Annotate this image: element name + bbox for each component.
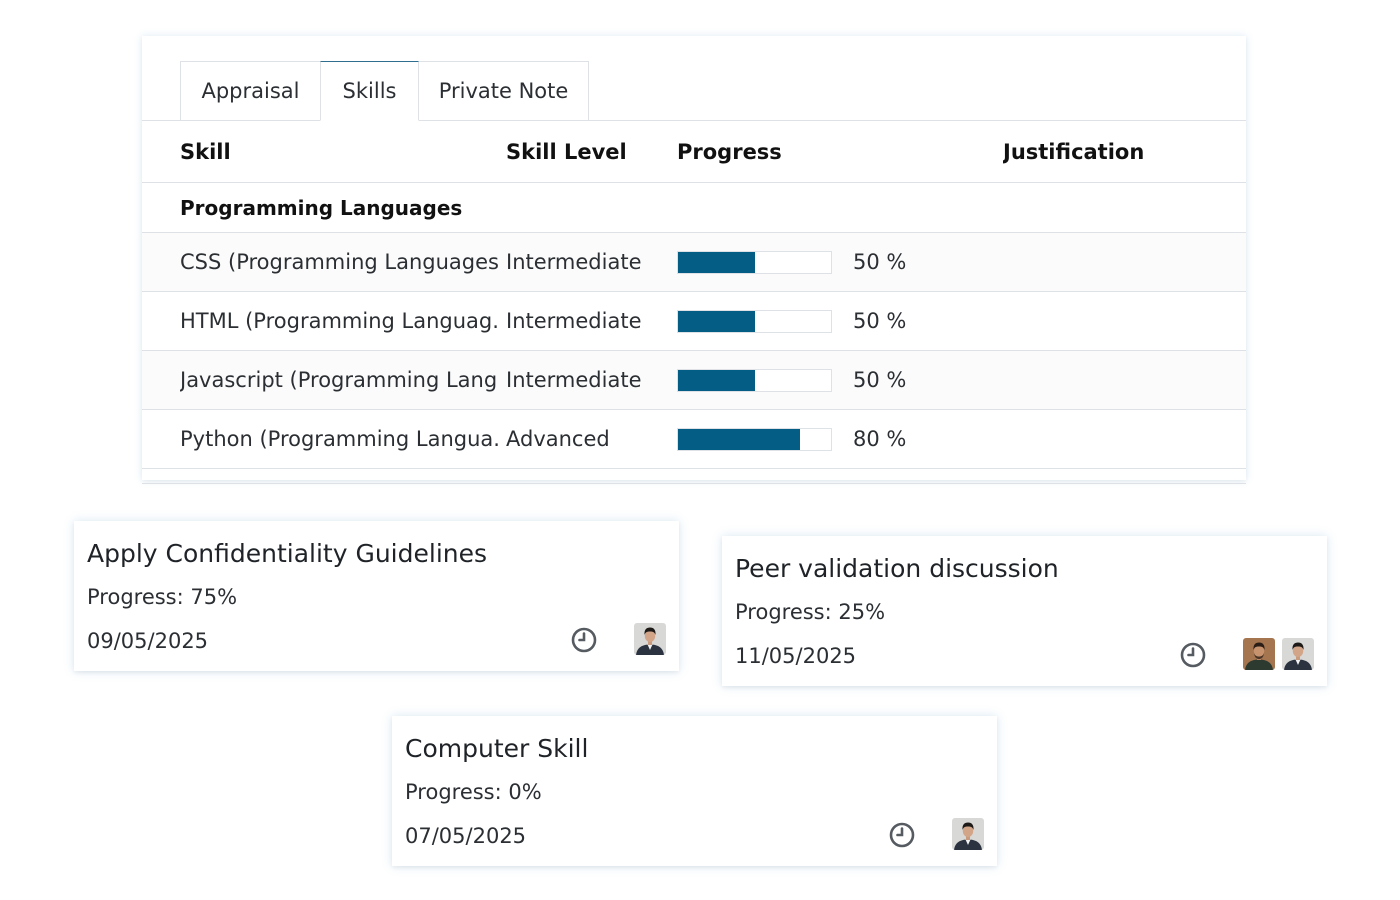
progress-bar bbox=[677, 309, 832, 333]
tab-bar: Appraisal Skills Private Note bbox=[180, 61, 589, 121]
user-avatar[interactable] bbox=[952, 818, 984, 850]
tab-private-note[interactable]: Private Note bbox=[418, 61, 589, 121]
clock-icon[interactable] bbox=[1180, 642, 1206, 668]
kanban-card[interactable]: Computer Skill Progress: 0% 07/05/2025 bbox=[392, 716, 997, 866]
skill-name: Python (Programming Langua... bbox=[180, 427, 498, 451]
kanban-card[interactable]: Apply Confidentiality Guidelines Progres… bbox=[74, 521, 679, 671]
group-label: Programming Languages bbox=[180, 195, 463, 220]
table-row[interactable]: Javascript (Programming Lang... Intermed… bbox=[142, 351, 1246, 410]
card-date: 07/05/2025 bbox=[405, 824, 527, 848]
column-header-justification[interactable]: Justification bbox=[1003, 121, 1243, 182]
skill-name: HTML (Programming Languag... bbox=[180, 309, 498, 333]
progress-cell: 80 % bbox=[677, 410, 977, 468]
progress-bar bbox=[677, 427, 832, 451]
card-title: Computer Skill bbox=[405, 734, 589, 763]
skills-table: Skill Skill Level Progress Justification… bbox=[142, 121, 1246, 484]
progress-bar-fill bbox=[678, 428, 801, 450]
table-header: Skill Skill Level Progress Justification bbox=[142, 121, 1246, 183]
card-progress: Progress: 75% bbox=[87, 585, 238, 609]
table-footer-spacer bbox=[142, 469, 1246, 484]
clock-icon[interactable] bbox=[571, 627, 597, 653]
skill-level: Intermediate bbox=[506, 250, 642, 274]
progress-cell: 50 % bbox=[677, 292, 977, 350]
progress-bar-fill bbox=[678, 310, 755, 332]
skill-name: CSS (Programming Languages) bbox=[180, 250, 498, 274]
table-row[interactable]: CSS (Programming Languages) Intermediate… bbox=[142, 233, 1246, 292]
progress-percent: 50 % bbox=[853, 250, 907, 274]
skill-name: Javascript (Programming Lang... bbox=[180, 368, 498, 392]
card-date: 11/05/2025 bbox=[735, 644, 857, 668]
skills-panel: Appraisal Skills Private Note Skill Skil… bbox=[142, 36, 1246, 484]
progress-percent: 50 % bbox=[853, 368, 907, 392]
user-avatar[interactable] bbox=[1282, 638, 1314, 670]
clock-icon[interactable] bbox=[889, 822, 915, 848]
progress-percent: 80 % bbox=[853, 427, 907, 451]
progress-cell: 50 % bbox=[677, 351, 977, 409]
card-title: Peer validation discussion bbox=[735, 554, 1059, 583]
tab-appraisal[interactable]: Appraisal bbox=[180, 61, 321, 121]
skill-level: Intermediate bbox=[506, 309, 642, 333]
progress-percent: 50 % bbox=[853, 309, 907, 333]
card-title: Apply Confidentiality Guidelines bbox=[87, 539, 488, 568]
column-header-skill[interactable]: Skill bbox=[180, 121, 498, 182]
group-row[interactable]: Programming Languages bbox=[142, 183, 1246, 233]
progress-cell: 50 % bbox=[677, 233, 977, 291]
user-avatar[interactable] bbox=[634, 623, 666, 655]
user-avatar[interactable] bbox=[1243, 638, 1275, 670]
tab-skills[interactable]: Skills bbox=[320, 61, 419, 121]
skill-level: Advanced bbox=[506, 427, 610, 451]
progress-bar-fill bbox=[678, 369, 755, 391]
skill-level: Intermediate bbox=[506, 368, 642, 392]
card-progress: Progress: 25% bbox=[735, 600, 886, 624]
progress-bar-fill bbox=[678, 251, 755, 273]
progress-bar bbox=[677, 368, 832, 392]
table-row[interactable]: HTML (Programming Languag... Intermediat… bbox=[142, 292, 1246, 351]
column-header-progress[interactable]: Progress bbox=[677, 121, 977, 182]
column-header-skill-level[interactable]: Skill Level bbox=[506, 121, 666, 182]
card-date: 09/05/2025 bbox=[87, 629, 209, 653]
kanban-card[interactable]: Peer validation discussion Progress: 25%… bbox=[722, 536, 1327, 686]
card-progress: Progress: 0% bbox=[405, 780, 542, 804]
progress-bar bbox=[677, 250, 832, 274]
table-row[interactable]: Python (Programming Langua... Advanced 8… bbox=[142, 410, 1246, 469]
